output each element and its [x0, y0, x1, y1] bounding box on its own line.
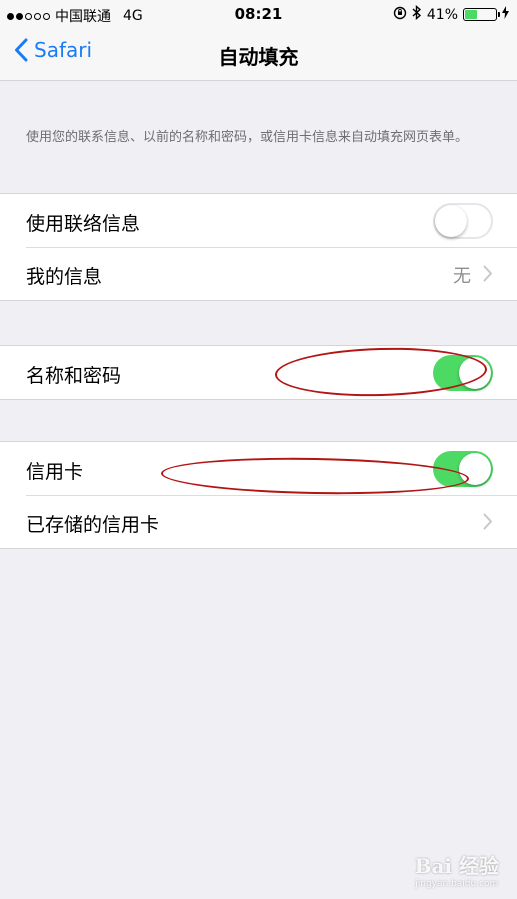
use-contact-info-row: 使用联络信息: [0, 194, 517, 247]
my-info-value: 无: [453, 266, 471, 287]
battery-percent: 41%: [426, 6, 458, 23]
use-contact-info-toggle[interactable]: [433, 203, 493, 239]
chevron-right-icon: [483, 265, 492, 282]
autofill-description: 使用您的联系信息、以前的名称和密码，或信用卡信息来自动填充网页表单。: [26, 130, 469, 145]
names-passwords-label: 名称和密码: [26, 365, 122, 387]
names-passwords-group: 名称和密码: [0, 345, 517, 400]
use-contact-info-label: 使用联络信息: [26, 213, 141, 235]
my-info-row[interactable]: 我的信息 无: [0, 247, 517, 300]
page-title: 自动填充: [218, 45, 299, 69]
my-info-label: 我的信息: [26, 266, 103, 288]
names-passwords-toggle[interactable]: [433, 355, 493, 391]
credit-cards-row: 信用卡: [0, 442, 517, 495]
baidu-watermark: Bai 经验 jingyan.baidu.com: [415, 850, 499, 889]
status-right: 41%: [393, 4, 509, 24]
credit-cards-toggle[interactable]: [433, 451, 493, 487]
battery-icon: [463, 8, 500, 21]
rotation-lock-icon: [393, 6, 407, 24]
status-bar: 中国联通 4G 08:21 41%: [0, 0, 517, 30]
charging-icon: [502, 6, 509, 23]
watermark-logo: Bai 经验: [414, 854, 499, 878]
chevron-right-icon: [483, 513, 492, 530]
names-passwords-row: 名称和密码: [0, 346, 517, 399]
navigation-bar: Safari 自动填充: [0, 30, 517, 81]
saved-cards-row[interactable]: 已存储的信用卡: [0, 495, 517, 548]
watermark-url: jingyan.baidu.com: [415, 879, 499, 889]
contact-info-group: 使用联络信息 我的信息 无: [0, 193, 517, 301]
credit-cards-label: 信用卡: [26, 461, 84, 483]
credit-card-group: 信用卡 已存储的信用卡: [0, 441, 517, 549]
bluetooth-icon: [412, 4, 422, 24]
saved-cards-label: 已存储的信用卡: [26, 514, 160, 536]
